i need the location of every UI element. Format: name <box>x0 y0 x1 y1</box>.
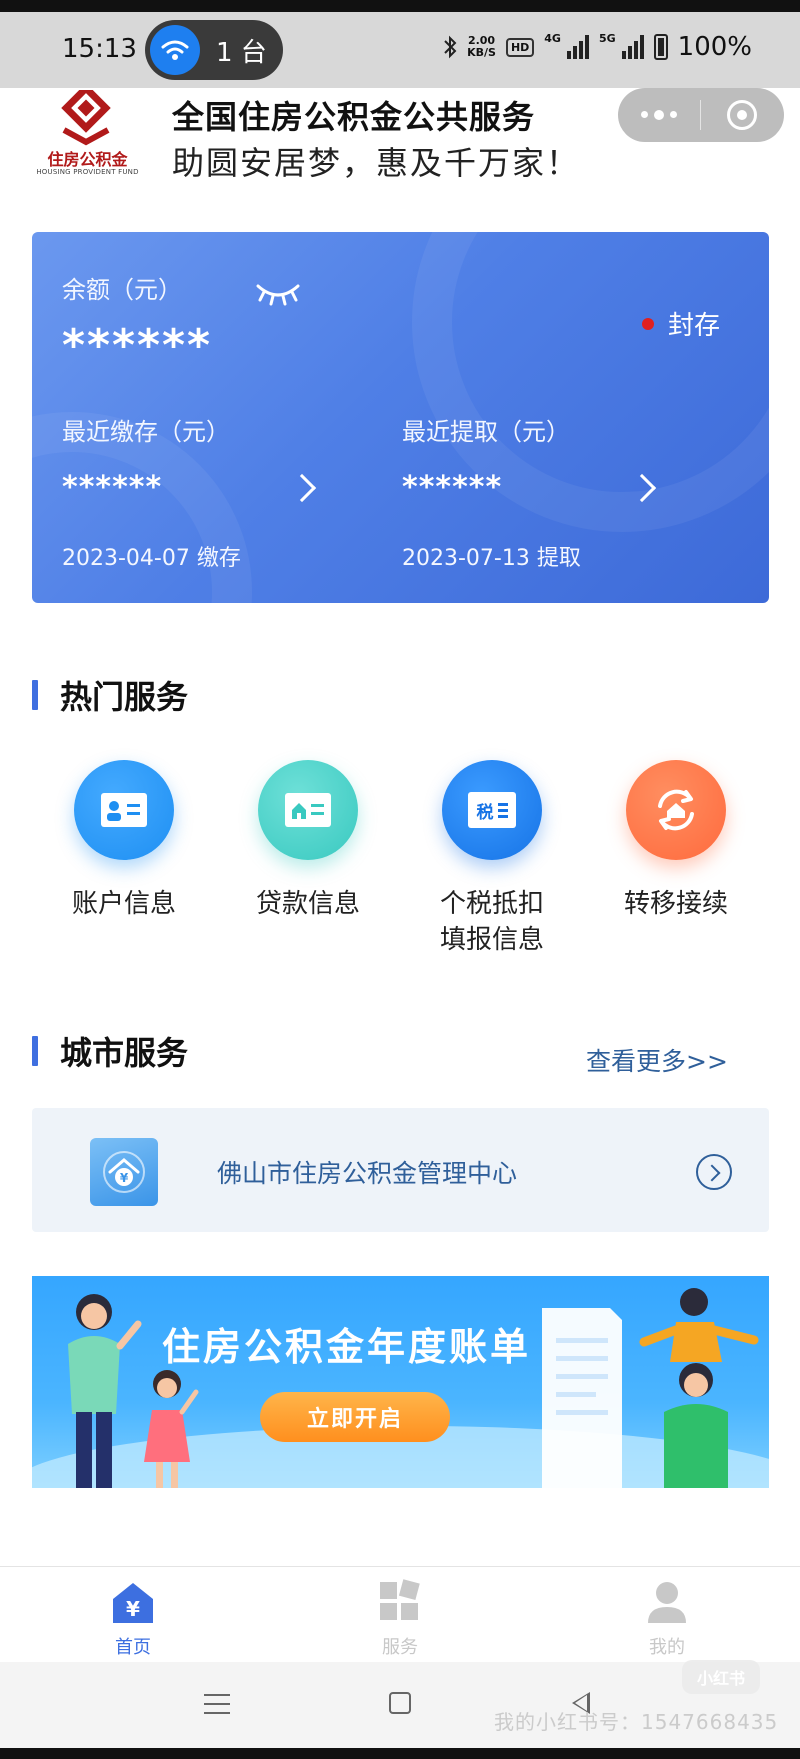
section-marker <box>32 680 38 710</box>
service-label: 账户信息 <box>71 889 176 919</box>
recent-deposit-date: 2023-04-07 缴存 <box>62 546 241 571</box>
girl-illustration-icon <box>144 1370 199 1488</box>
signal-icon <box>566 35 589 59</box>
grid-apps-icon <box>380 1579 420 1620</box>
network-type-5g: 5G <box>598 32 616 45</box>
service-account-info[interactable]: 账户信息 <box>44 760 204 922</box>
logo-subtext: HOUSING PROVIDENT FUND <box>36 168 139 176</box>
tab-home[interactable]: ¥ 首页 <box>73 1579 193 1659</box>
service-loan-info[interactable]: 贷款信息 <box>228 760 388 922</box>
eye-closed-icon[interactable] <box>254 280 302 306</box>
balance-value: ****** <box>62 320 213 371</box>
tab-label: 服务 <box>382 1637 418 1658</box>
service-transfer[interactable]: 转移接续 <box>596 760 756 922</box>
city-service-label: 佛山市住房公积金管理中心 <box>217 1159 518 1188</box>
status-icons: 2.00 KB/S HD 4G 5G 100% <box>443 32 752 62</box>
open-now-button[interactable]: 立即开启 <box>260 1392 450 1442</box>
battery-level: 100% <box>677 32 752 62</box>
service-label: 贷款信息 <box>255 889 360 919</box>
home-square-icon[interactable] <box>389 1692 411 1714</box>
logo-text: 住房公积金 <box>47 150 128 169</box>
annual-bill-banner[interactable]: 住房公积金年度账单 立即开启 <box>32 1276 769 1488</box>
page-title: 全国住房公积金公共服务 <box>172 98 536 136</box>
tax-icon: 税 <box>442 760 542 860</box>
svg-text:¥: ¥ <box>120 1171 129 1185</box>
app-header: 住房公积金 HOUSING PROVIDENT FUND 全国住房公积金公共服务… <box>0 88 800 198</box>
service-label: 个税抵扣 填报信息 <box>439 889 544 955</box>
transfer-house-icon <box>626 760 726 860</box>
wifi-hotspot-icon <box>150 25 200 75</box>
recent-withdraw-value: ****** <box>402 470 503 505</box>
network-type-4g: 4G <box>544 32 561 45</box>
hotspot-pill[interactable]: 1 台 <box>145 20 283 80</box>
recent-withdraw-label: 最近提取（元） <box>402 418 570 446</box>
network-speed: 2.00 KB/S <box>467 34 496 59</box>
watermark-text: 我的小红书号：1547668435 <box>494 1710 779 1734</box>
tab-label: 我的 <box>649 1637 685 1658</box>
miniprogram-capsule <box>618 88 784 142</box>
menu-icon[interactable] <box>204 1694 230 1714</box>
service-tax-deduction[interactable]: 税 个税抵扣 填报信息 <box>412 760 572 958</box>
account-status: 封存 <box>668 311 721 341</box>
section-marker <box>32 1036 38 1066</box>
status-time: 15:13 <box>62 34 137 64</box>
home-yuan-icon: ¥ <box>113 1583 153 1623</box>
recent-deposit-label: 最近缴存（元） <box>62 418 230 446</box>
banner-title: 住房公积金年度账单 <box>162 1325 532 1369</box>
page-slogan: 助圆安居梦，惠及千万家！ <box>172 144 581 182</box>
service-label: 转移接续 <box>623 889 728 919</box>
close-miniprogram-icon[interactable] <box>701 100 783 130</box>
svg-text:¥: ¥ <box>126 1597 140 1621</box>
housing-fund-logo: 住房公积金 HOUSING PROVIDENT FUND <box>30 88 145 183</box>
father-child-illustration-icon <box>639 1288 759 1488</box>
deposit-chevron-right-icon[interactable] <box>287 473 317 503</box>
account-status-dot <box>642 318 654 330</box>
top-black-strip <box>0 0 800 12</box>
id-card-icon <box>74 760 174 860</box>
bottom-tab-bar: ¥ 首页 服务 我的 <box>0 1566 800 1662</box>
system-navigation-bar <box>0 1662 800 1748</box>
city-service-item[interactable]: ¥ 佛山市住房公积金管理中心 <box>32 1108 769 1232</box>
tab-label: 首页 <box>115 1637 151 1658</box>
recent-withdraw-date: 2023-07-13 提取 <box>402 546 581 571</box>
house-coin-icon: ¥ <box>90 1138 158 1206</box>
tab-services[interactable]: 服务 <box>340 1579 460 1659</box>
house-card-icon <box>258 760 358 860</box>
hotspot-count: 1 台 <box>216 37 267 68</box>
signal-icon <box>621 35 644 59</box>
watermark-logo: 小红书 <box>682 1660 760 1694</box>
balance-label: 余额（元） <box>62 276 182 304</box>
user-icon <box>648 1582 686 1623</box>
bottom-black-strip <box>0 1748 800 1759</box>
city-services-title: 城市服务 <box>60 1034 189 1072</box>
recent-deposit-value: ****** <box>62 470 163 505</box>
hot-services-title: 热门服务 <box>60 678 189 716</box>
status-bar: 15:13 1 台 2.00 KB/S HD 4G 5G 100% <box>0 12 800 88</box>
bluetooth-icon <box>444 35 457 59</box>
balance-card: 余额（元） ****** 封存 最近缴存（元） ****** 2023-04-0… <box>32 232 769 603</box>
logo-mark-icon <box>61 90 111 146</box>
tab-profile[interactable]: 我的 <box>607 1579 727 1659</box>
document-illustration-icon <box>542 1308 622 1488</box>
chevron-right-circle-icon <box>696 1154 732 1190</box>
hd-badge: HD <box>505 37 535 57</box>
battery-icon <box>653 34 668 60</box>
view-more-link[interactable]: 查看更多>> <box>586 1042 728 1078</box>
more-options-icon[interactable] <box>618 109 700 120</box>
